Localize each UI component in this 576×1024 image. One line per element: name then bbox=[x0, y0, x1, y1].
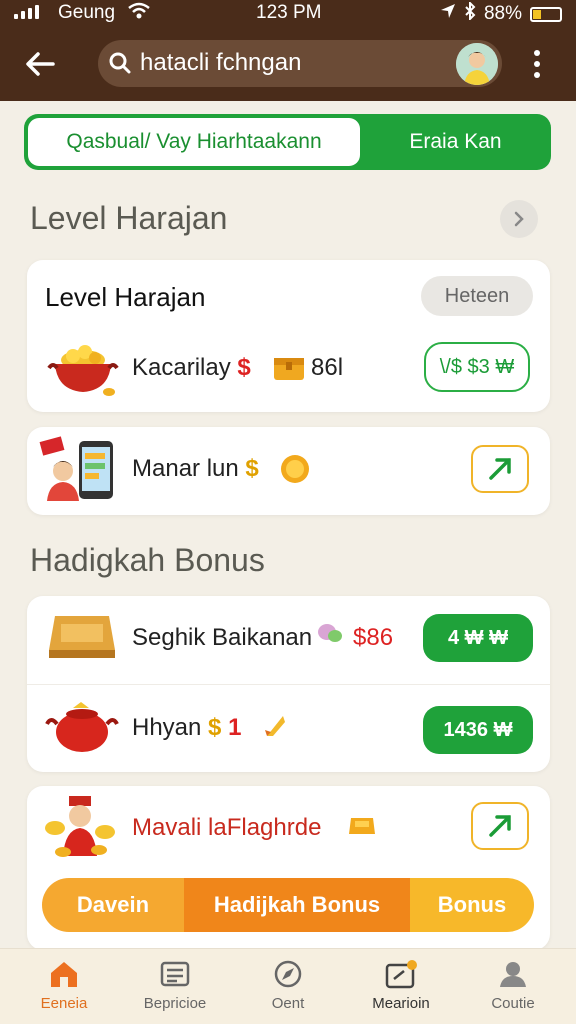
mode-tabs: Qasbual/ Vay Hiarhtaakann Eraia Kan bbox=[24, 114, 551, 170]
location-icon bbox=[440, 3, 456, 25]
level-section-expand-button[interactable] bbox=[500, 200, 538, 238]
promo-label: Mavali laFlaghrde bbox=[132, 814, 322, 841]
promo-segment-hadijkah[interactable]: Hadijkah Bonus bbox=[184, 878, 410, 932]
signal-icon bbox=[14, 5, 39, 19]
battery-icon bbox=[530, 6, 562, 22]
treasure-box-icon bbox=[272, 350, 306, 387]
manar-row-label: Manar lun bbox=[132, 455, 239, 482]
level-section-title: Level Harajan bbox=[30, 200, 228, 236]
nav-label-home: Eeneia bbox=[40, 995, 88, 1012]
level-card-title: Level Harajan bbox=[45, 282, 206, 312]
app-header: Geung 123 PM 88% bbox=[0, 0, 576, 101]
wallet-icon bbox=[385, 960, 417, 989]
gem-icon bbox=[315, 618, 345, 653]
gold-pot-icon bbox=[47, 342, 119, 403]
bluetooth-icon bbox=[464, 0, 476, 26]
promo-segment-davein[interactable]: Davein bbox=[42, 878, 184, 932]
battery-percent: 88% bbox=[483, 3, 522, 24]
gold-coin-icon bbox=[279, 453, 311, 490]
status-right: 88% bbox=[440, 0, 562, 26]
tab-erai-kan[interactable]: Eraia Kan bbox=[364, 118, 547, 166]
red-pot-icon bbox=[45, 700, 119, 761]
expand-arrow-icon bbox=[489, 815, 511, 837]
bonus-row-1-button[interactable]: 4 ₩ ₩ bbox=[423, 614, 533, 662]
search-input[interactable] bbox=[140, 48, 440, 78]
level-row-1-label: Kacarilay bbox=[132, 354, 231, 381]
rocket-icon bbox=[263, 712, 289, 745]
nav-label-profile: Coutie bbox=[491, 995, 535, 1012]
nav-label-compass: Oent bbox=[271, 995, 305, 1012]
bonus-section-title: Hadigkah Bonus bbox=[30, 542, 265, 578]
nav-label-list: Bepricioe bbox=[143, 995, 207, 1012]
profile-icon bbox=[500, 962, 526, 987]
bonus-row-2: Hhyan $ 1 bbox=[132, 714, 241, 742]
back-arrow-icon bbox=[26, 52, 55, 76]
level-row-1-button[interactable]: \/$ $3 ₩ bbox=[424, 342, 530, 392]
bonus-row-2-symbol: $ bbox=[208, 714, 222, 741]
promo-segment-bonus[interactable]: Bonus bbox=[410, 878, 534, 932]
manar-row-symbol: $ bbox=[245, 455, 259, 482]
phone-promo-icon bbox=[37, 435, 119, 510]
manar-open-button[interactable] bbox=[471, 445, 529, 493]
bottom-nav: Eeneia Bepricioe Oent Mearioin Coutie bbox=[0, 948, 576, 1024]
row-divider bbox=[27, 684, 550, 685]
tab-casual[interactable]: Qasbual/ Vay Hiarhtaakann bbox=[28, 118, 360, 166]
level-card: Level Harajan Heteen Kacarilay $ 86l \/$… bbox=[27, 260, 550, 412]
manar-card: Manar lun $ bbox=[27, 427, 550, 515]
level-row-1-value: 86l bbox=[311, 354, 344, 381]
promo-open-button[interactable] bbox=[471, 802, 529, 850]
user-avatar-icon bbox=[456, 43, 498, 85]
more-options-button[interactable] bbox=[522, 46, 552, 82]
status-bar: Geung 123 PM 88% bbox=[0, 0, 576, 26]
bonus-row-2-button[interactable]: 1436 ₩ bbox=[423, 706, 533, 754]
avatar[interactable] bbox=[456, 43, 498, 85]
wifi-icon bbox=[128, 2, 150, 26]
list-icon bbox=[160, 961, 190, 987]
nav-item-profile[interactable]: Coutie bbox=[458, 959, 568, 1021]
home-icon bbox=[51, 962, 77, 987]
search-icon bbox=[108, 51, 132, 80]
nav-item-compass[interactable]: Oent bbox=[233, 959, 343, 1021]
carrier-name: Geung bbox=[58, 2, 116, 23]
gold-bar-icon bbox=[45, 610, 119, 671]
gold-ingot-icon bbox=[347, 812, 377, 843]
back-button[interactable] bbox=[20, 44, 60, 84]
bonus-row-1-label: Seghik Baikanan bbox=[132, 624, 313, 651]
search-bar[interactable] bbox=[98, 40, 502, 87]
bonus-row-2-label: Hhyan bbox=[132, 714, 202, 741]
nav-label-wallet: Mearioin bbox=[372, 995, 430, 1012]
expand-arrow-icon bbox=[489, 458, 511, 480]
mascot-icon bbox=[41, 792, 119, 867]
manar-row: Manar lun $ bbox=[132, 455, 259, 483]
bonus-row-2-value: 1 bbox=[228, 714, 242, 741]
promo-segment-bar: Davein Hadijkah Bonus Bonus bbox=[42, 878, 534, 932]
nav-item-list[interactable]: Bepricioe bbox=[120, 959, 230, 1021]
bonus-card: Seghik Baikanan $86 4 ₩ ₩ Hhyan $ 1 1436… bbox=[27, 596, 550, 772]
level-card-pill-button[interactable]: Heteen bbox=[421, 276, 533, 316]
level-row-1-symbol: $ bbox=[237, 354, 251, 381]
compass-icon bbox=[274, 960, 302, 988]
level-row-1: Kacarilay $ bbox=[132, 354, 251, 382]
bonus-row-1-value: $86 bbox=[353, 624, 394, 651]
chevron-right-icon bbox=[514, 211, 524, 227]
status-time: 123 PM bbox=[256, 2, 322, 23]
nav-item-home[interactable]: Eeneia bbox=[9, 959, 119, 1021]
nav-item-wallet[interactable]: Mearioin bbox=[346, 959, 456, 1021]
